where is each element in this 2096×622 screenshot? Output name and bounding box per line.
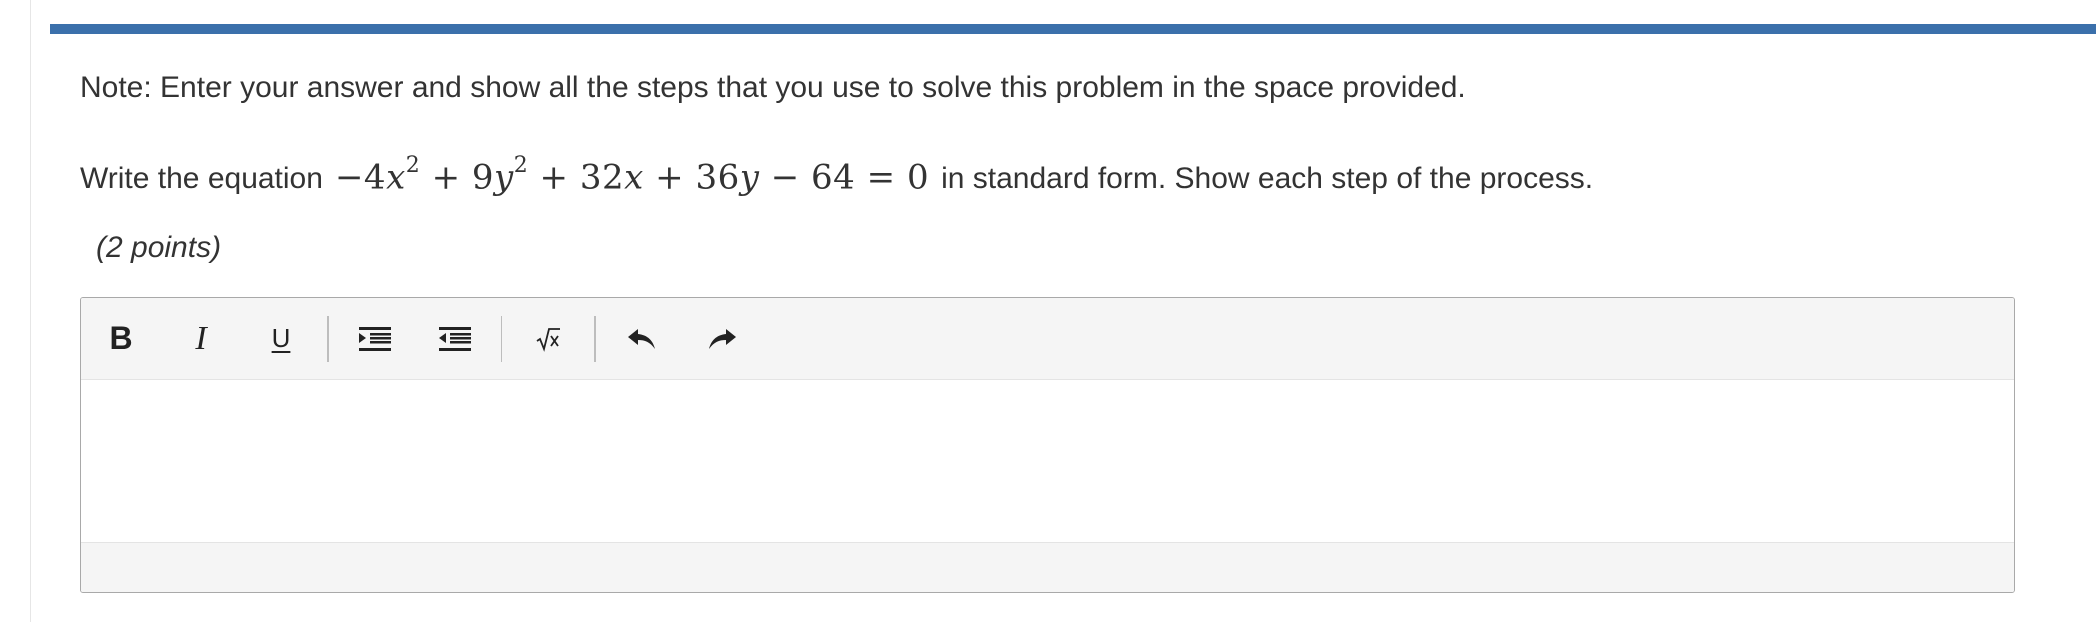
- italic-icon: I: [195, 319, 207, 357]
- equation-equals: =: [866, 157, 896, 198]
- question-text: Write the equation −4x2 + 9y2 + 32x + 36…: [80, 146, 1593, 203]
- equation-term-1-exp: 2: [405, 153, 421, 178]
- question-prefix: Write the equation: [80, 162, 323, 196]
- underline-button[interactable]: U: [241, 308, 321, 370]
- equation-op-1: +: [431, 157, 461, 198]
- equation: −4x2 + 9y2 + 32x + 36y − 64 = 0: [335, 146, 929, 201]
- indent-button[interactable]: [335, 308, 415, 370]
- equation-op-2: +: [539, 157, 569, 198]
- equation-rhs: 0: [906, 157, 930, 198]
- equation-term-3-coef: 32: [579, 157, 625, 198]
- answer-text-area[interactable]: [81, 380, 2014, 543]
- equation-term-2-var: y: [494, 157, 514, 198]
- formula-button[interactable]: [508, 308, 588, 370]
- equation-term-4-coef: 36: [695, 157, 740, 198]
- answer-editor[interactable]: B I U: [80, 297, 2015, 593]
- redo-button[interactable]: [682, 308, 762, 370]
- italic-button[interactable]: I: [161, 308, 241, 370]
- toolbar-separator: [594, 315, 596, 362]
- editor-toolbar: B I U: [81, 298, 2014, 380]
- outdent-button[interactable]: [415, 308, 495, 370]
- editor-status-bar: [81, 543, 2014, 592]
- equation-term-2-coef: 9: [471, 157, 495, 198]
- undo-icon: [627, 327, 657, 351]
- equation-term-1-coef: −4: [334, 157, 387, 198]
- equation-term-3-var: x: [624, 157, 644, 198]
- indent-icon: [358, 325, 391, 353]
- page: Note: Enter your answer and show all the…: [0, 0, 2096, 622]
- equation-term-5: 64: [811, 157, 856, 198]
- note-text: Note: Enter your answer and show all the…: [80, 71, 1466, 104]
- question-accent-bar: [50, 24, 2096, 34]
- bold-icon: B: [109, 320, 133, 356]
- equation-op-3: +: [655, 157, 685, 198]
- undo-button[interactable]: [602, 308, 682, 370]
- question-suffix: in standard form. Show each step of the …: [941, 162, 1594, 196]
- equation-op-4: −: [770, 157, 800, 198]
- underline-icon: U: [271, 323, 291, 353]
- toolbar-separator: [500, 315, 502, 362]
- equation-term-4-var: y: [739, 157, 760, 198]
- equation-term-2-exp: 2: [513, 153, 529, 178]
- square-root-icon: [535, 326, 561, 352]
- left-gutter: [0, 0, 31, 622]
- redo-icon: [707, 327, 737, 351]
- bold-button[interactable]: B: [81, 308, 161, 370]
- outdent-icon: [438, 325, 471, 353]
- points-label: (2 points): [96, 231, 222, 264]
- toolbar-separator: [327, 315, 329, 362]
- equation-term-1-var: x: [386, 157, 406, 198]
